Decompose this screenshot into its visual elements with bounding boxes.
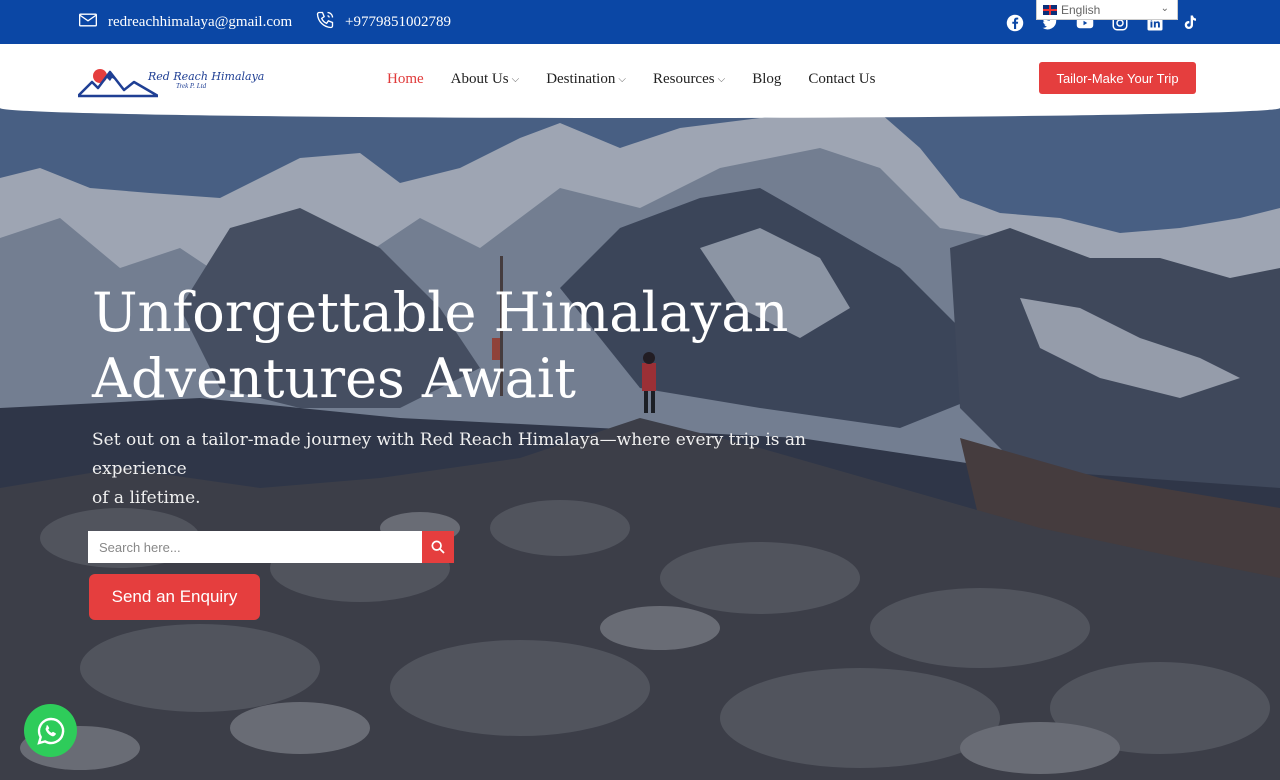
chevron-down-icon: ⌄ bbox=[1160, 3, 1169, 14]
nav-destination[interactable]: Destination ⌵ bbox=[546, 71, 626, 88]
hero-subtitle-line-2: of a lifetime. bbox=[92, 488, 201, 508]
nav-blog[interactable]: Blog bbox=[752, 71, 781, 88]
hero-title-line-1: Unforgettable Himalayan bbox=[92, 281, 789, 344]
chevron-down-icon: ⌵ bbox=[618, 73, 626, 85]
primary-navigation: Home About Us ⌵ Destination ⌵ Resources ⌵ B… bbox=[387, 44, 902, 114]
site-logo[interactable]: Red Reach Himalaya Trek P. Ltd bbox=[76, 64, 264, 98]
phone-text[interactable]: +9779851002789 bbox=[345, 14, 451, 31]
search-icon bbox=[431, 540, 445, 554]
language-label: English bbox=[1061, 2, 1101, 17]
hero-subtitle-line-1: Set out on a tailor-made journey with Re… bbox=[92, 430, 806, 479]
nav-home[interactable]: Home bbox=[387, 71, 424, 88]
whatsapp-chat-button[interactable] bbox=[24, 704, 77, 757]
phone-contact[interactable]: +9779851002789 bbox=[315, 0, 451, 44]
logo-subtitle: Trek P. Ltd bbox=[176, 82, 207, 90]
hero-subtitle: Set out on a tailor-made journey with Re… bbox=[92, 426, 892, 513]
nav-contact-us-label: Contact Us bbox=[808, 70, 876, 87]
language-selector[interactable]: English ⌄ bbox=[1036, 0, 1178, 20]
tiktok-icon[interactable] bbox=[1181, 14, 1199, 32]
nav-about-us-label: About Us bbox=[450, 70, 509, 87]
nav-home-label: Home bbox=[387, 70, 424, 87]
tailor-make-trip-button[interactable]: Tailor-Make Your Trip bbox=[1039, 62, 1196, 94]
email-text[interactable]: redreachhimalaya@gmail.com bbox=[108, 14, 292, 31]
mail-icon bbox=[78, 10, 98, 35]
nav-resources-label: Resources bbox=[652, 70, 715, 87]
whatsapp-icon bbox=[36, 717, 64, 745]
hero-title-line-2: Adventures Await bbox=[92, 347, 576, 410]
search-input[interactable] bbox=[88, 531, 422, 563]
nav-contact-us[interactable]: Contact Us bbox=[808, 71, 875, 88]
send-enquiry-button[interactable]: Send an Enquiry bbox=[89, 574, 260, 620]
phone-icon bbox=[315, 10, 335, 35]
mountain-logo-icon bbox=[76, 69, 160, 98]
nav-destination-label: Destination bbox=[546, 70, 616, 87]
main-header: Red Reach Himalaya Trek P. Ltd Home Abou… bbox=[0, 44, 1280, 118]
search-form bbox=[88, 531, 454, 563]
top-bar: redreachhimalaya@gmail.com +977985100278… bbox=[0, 0, 1280, 44]
chevron-down-icon: ⌵ bbox=[511, 73, 520, 85]
search-button[interactable] bbox=[422, 531, 454, 563]
facebook-icon[interactable] bbox=[1006, 14, 1024, 32]
nav-blog-label: Blog bbox=[752, 70, 782, 87]
hero-section: Unforgettable Himalayan Adventures Await… bbox=[0, 108, 1280, 780]
hero-title: Unforgettable Himalayan Adventures Await bbox=[92, 280, 852, 412]
nav-about-us[interactable]: About Us ⌵ bbox=[451, 71, 520, 88]
uk-flag-icon bbox=[1043, 4, 1057, 15]
email-contact[interactable]: redreachhimalaya@gmail.com bbox=[78, 0, 292, 44]
nav-resources[interactable]: Resources ⌵ bbox=[653, 71, 725, 88]
chevron-down-icon: ⌵ bbox=[717, 73, 726, 85]
logo-name: Red Reach Himalaya bbox=[148, 70, 265, 83]
